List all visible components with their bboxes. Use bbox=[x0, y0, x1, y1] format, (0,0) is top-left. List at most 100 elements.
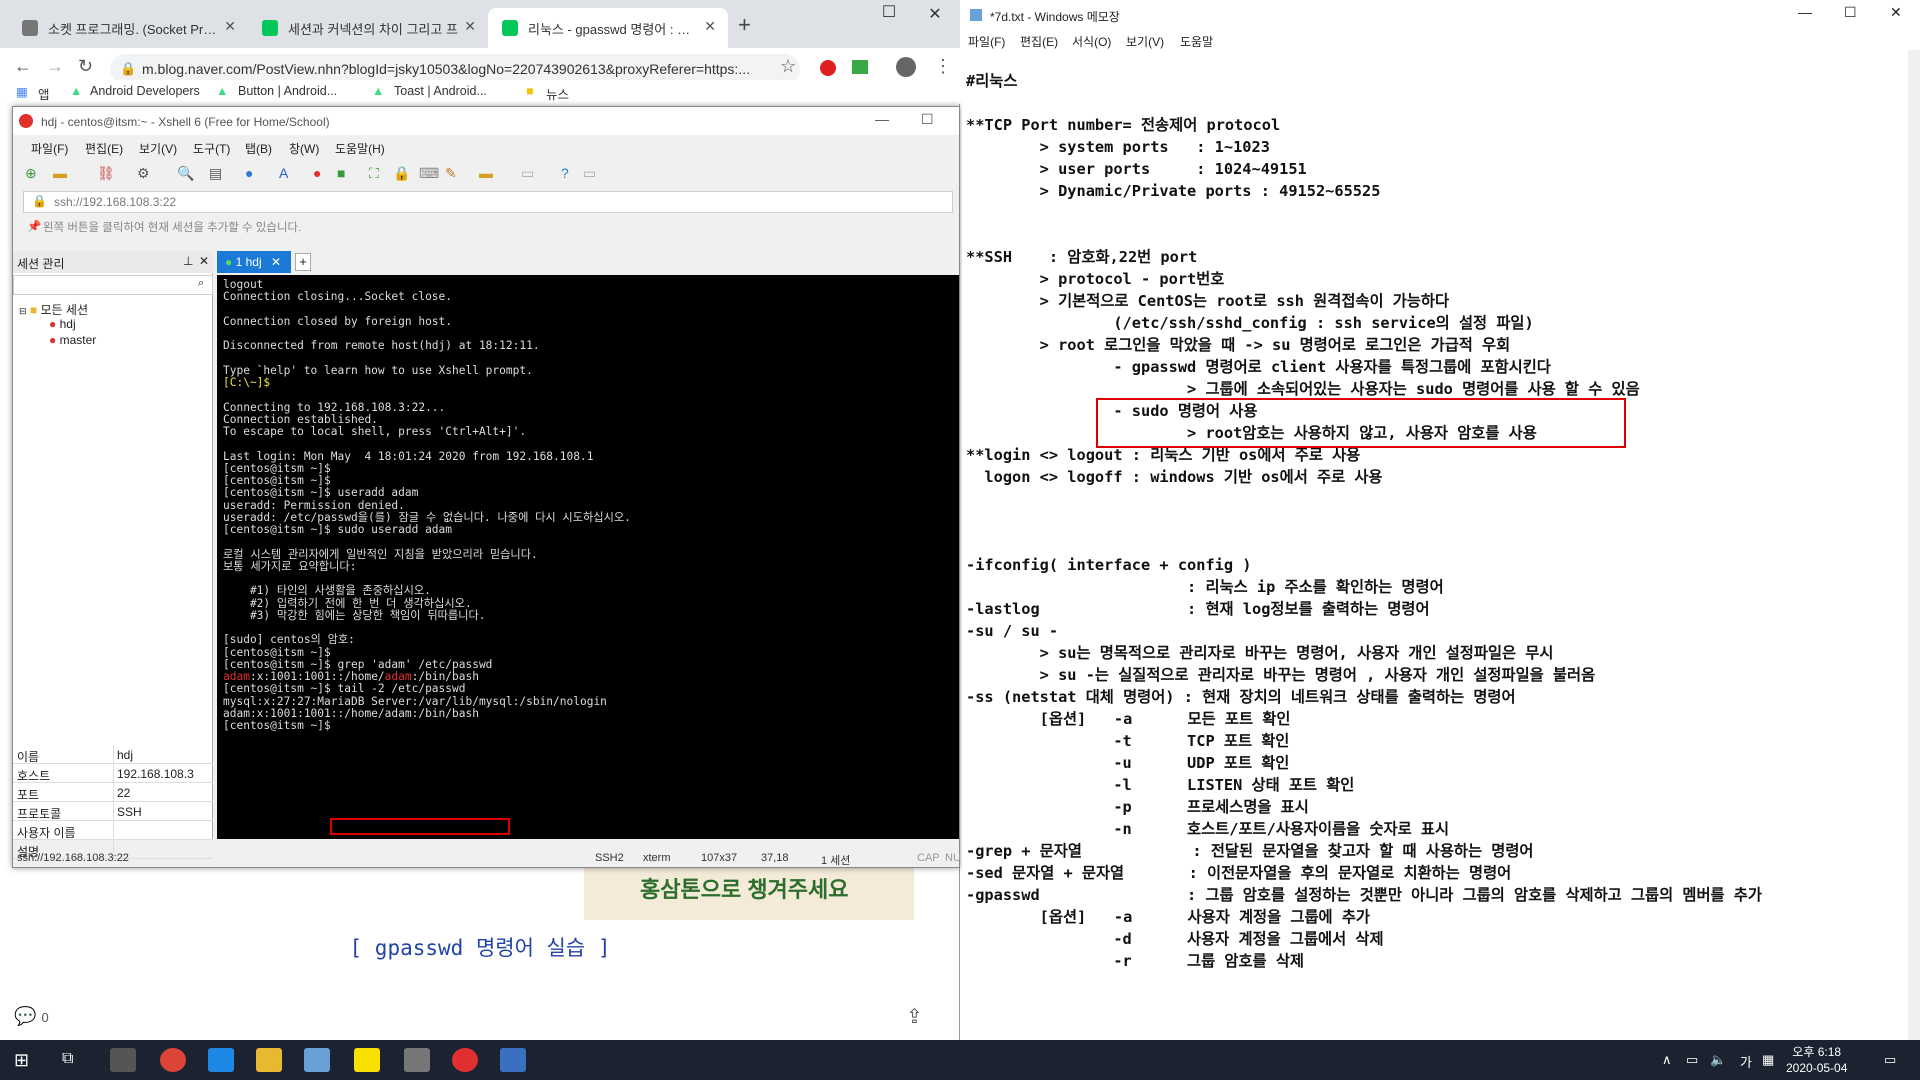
app-icon[interactable] bbox=[404, 1048, 430, 1072]
network-app-icon[interactable] bbox=[500, 1048, 526, 1072]
menu-help[interactable]: 도움말 bbox=[1180, 33, 1213, 50]
notification-icon[interactable]: ▭ bbox=[1884, 1052, 1896, 1068]
open-folder-icon[interactable]: ▬ bbox=[53, 165, 67, 181]
network-icon[interactable]: ▭ bbox=[1686, 1052, 1698, 1068]
xftp-icon[interactable]: ■ bbox=[337, 165, 345, 181]
find-icon[interactable]: 🔍 bbox=[177, 165, 194, 182]
menu-tab[interactable]: 탭(B) bbox=[245, 140, 272, 157]
session-icon: ● bbox=[49, 317, 57, 331]
connect-icon[interactable]: ⛓ bbox=[97, 165, 115, 182]
kakaotalk-icon[interactable] bbox=[354, 1048, 380, 1072]
reload-icon[interactable]: ↻ bbox=[78, 56, 93, 77]
terminal-line: Last login: Mon May 4 18:01:24 2020 from… bbox=[223, 449, 594, 463]
bookmark-star-icon[interactable]: ☆ bbox=[780, 56, 796, 77]
apps-grid-icon[interactable]: ▦ bbox=[16, 84, 28, 99]
ime-indicator[interactable]: 가 bbox=[1740, 1052, 1752, 1071]
menu-help[interactable]: 도움말(H) bbox=[335, 140, 385, 157]
status-cursor-pos: 37,18 bbox=[761, 852, 789, 864]
terminal-tab-hdj[interactable]: ● 1 hdj ✕ bbox=[217, 251, 291, 273]
url-text: m.blog.naver.com/PostView.nhn?blogId=jsk… bbox=[142, 61, 750, 77]
new-session-icon[interactable]: ⊕ bbox=[25, 165, 37, 182]
tree-item-master[interactable]: ● master bbox=[49, 333, 96, 347]
browser-tab-2[interactable]: 세션과 커넥션의 차이 그리고 프 ✕ bbox=[248, 8, 488, 48]
ime-mode-icon[interactable]: ▦ bbox=[1762, 1052, 1774, 1068]
comment-button[interactable]: 💬 0 bbox=[14, 1006, 49, 1027]
menu-format[interactable]: 서식(O) bbox=[1072, 33, 1111, 50]
xshell-maximize-icon[interactable]: ☐ bbox=[921, 111, 934, 128]
extension-icon[interactable] bbox=[820, 60, 836, 76]
menu-view[interactable]: 보기(V) bbox=[1126, 33, 1164, 50]
taskbar-clock[interactable]: 오후 6:18 2020-05-04 bbox=[1786, 1044, 1847, 1076]
help-icon[interactable]: ? bbox=[561, 165, 569, 181]
keyboard-icon[interactable]: ⌨ bbox=[419, 165, 439, 182]
fullscreen-icon[interactable]: ⛶ bbox=[369, 165, 379, 182]
lock-icon[interactable]: 🔒 bbox=[393, 165, 410, 182]
xshell-icon[interactable]: ● bbox=[313, 165, 321, 181]
globe-icon[interactable]: ● bbox=[245, 165, 253, 181]
share-icon[interactable]: ⇪ bbox=[906, 1004, 923, 1029]
notepad-scrollbar[interactable] bbox=[1908, 50, 1920, 1040]
tab-label: 세션과 커넥션의 차이 그리고 프 bbox=[288, 21, 458, 37]
chrome-icon[interactable] bbox=[160, 1048, 186, 1072]
layout-icon[interactable]: ▭ bbox=[521, 165, 534, 182]
xshell-minimize-icon[interactable]: — bbox=[875, 111, 889, 127]
script-icon[interactable]: ✎ bbox=[445, 165, 457, 182]
xshell-taskbar-icon[interactable] bbox=[452, 1048, 478, 1072]
menu-file[interactable]: 파일(F) bbox=[31, 140, 68, 157]
menu-view[interactable]: 보기(V) bbox=[139, 140, 177, 157]
notepad-text-area[interactable]: #리눅스 **TCP Port number= 전송제어 protocol > … bbox=[966, 70, 1896, 1036]
tree-root[interactable]: ⊟ ■ 모든 세션 bbox=[19, 301, 88, 318]
tab-close-icon[interactable]: ✕ bbox=[464, 18, 476, 35]
chrome-close-icon[interactable]: ✕ bbox=[912, 4, 958, 24]
task-view-icon[interactable]: ⧉ bbox=[62, 1050, 73, 1068]
session-search-input[interactable]: ⌕ bbox=[13, 275, 213, 295]
bookmark-apps[interactable]: 앱 bbox=[38, 84, 50, 103]
back-icon[interactable]: ← bbox=[14, 56, 32, 77]
chrome-menu-icon[interactable]: ⋮ bbox=[934, 56, 952, 77]
font-icon[interactable]: A bbox=[279, 165, 288, 181]
notepad-close-icon[interactable]: ✕ bbox=[1890, 4, 1902, 21]
calculator-icon[interactable] bbox=[110, 1048, 136, 1072]
bookmark-toast[interactable]: Toast | Android... bbox=[394, 84, 487, 98]
notepad-minimize-icon[interactable]: — bbox=[1798, 4, 1812, 20]
new-tab-icon[interactable]: + bbox=[738, 12, 751, 38]
windows-start-icon[interactable]: ⊞ bbox=[14, 1050, 29, 1071]
menu-window[interactable]: 창(W) bbox=[289, 140, 319, 157]
browser-tab-3[interactable]: 리눅스 - gpasswd 명령어 : 네이 ✕ bbox=[488, 8, 728, 48]
bookmark-news[interactable]: 뉴스 bbox=[546, 84, 569, 103]
panel-close-icon[interactable]: ✕ bbox=[199, 254, 209, 268]
notepad-taskbar-icon[interactable] bbox=[304, 1048, 330, 1072]
volume-icon[interactable]: 🔈 bbox=[1710, 1052, 1726, 1068]
xshell-address-bar[interactable]: 🔒 ssh://192.168.108.3:22 bbox=[23, 191, 953, 213]
properties-icon[interactable]: ⚙ bbox=[137, 165, 150, 182]
pin-icon[interactable]: ⊥ bbox=[183, 254, 193, 268]
print-icon[interactable]: ▤ bbox=[209, 165, 222, 182]
tray-expand-icon[interactable]: ∧ bbox=[1662, 1052, 1672, 1068]
tab-close-icon[interactable]: ✕ bbox=[271, 255, 281, 269]
notepad-line: -l LISTEN 상태 포트 확인 bbox=[966, 776, 1355, 794]
vm-icon[interactable] bbox=[208, 1048, 234, 1072]
tab-close-icon[interactable]: ✕ bbox=[224, 18, 236, 35]
add-tab-icon[interactable]: + bbox=[295, 253, 311, 271]
terminal-screen[interactable]: logout Connection closing...Socket close.… bbox=[217, 275, 959, 839]
menu-edit[interactable]: 편집(E) bbox=[1020, 33, 1058, 50]
menu-file[interactable]: 파일(F) bbox=[968, 33, 1005, 50]
chrome-maximize-icon[interactable]: ☐ bbox=[866, 2, 912, 22]
bookmark-android-developers[interactable]: Android Developers bbox=[90, 84, 200, 98]
bookmark-button[interactable]: Button | Android... bbox=[238, 84, 337, 98]
compose-icon[interactable]: ▬ bbox=[479, 165, 493, 181]
notepad-maximize-icon[interactable]: ☐ bbox=[1844, 4, 1857, 21]
forward-icon[interactable]: → bbox=[46, 56, 64, 77]
tree-item-hdj[interactable]: ● hdj bbox=[49, 317, 76, 331]
tab-close-icon[interactable]: ✕ bbox=[704, 18, 716, 35]
file-explorer-icon[interactable] bbox=[256, 1048, 282, 1072]
terminal-line: Connection closed by foreign host. bbox=[223, 314, 453, 328]
tab-favicon-icon bbox=[22, 20, 38, 36]
menu-edit[interactable]: 편집(E) bbox=[85, 140, 123, 157]
chat-icon[interactable]: ▭ bbox=[583, 165, 596, 182]
browser-tab-1[interactable]: 소켓 프로그래밍. (Socket Progra ✕ bbox=[8, 8, 248, 48]
menu-tools[interactable]: 도구(T) bbox=[193, 140, 230, 157]
profile-avatar[interactable] bbox=[896, 57, 916, 77]
extension-icon[interactable] bbox=[852, 60, 868, 74]
